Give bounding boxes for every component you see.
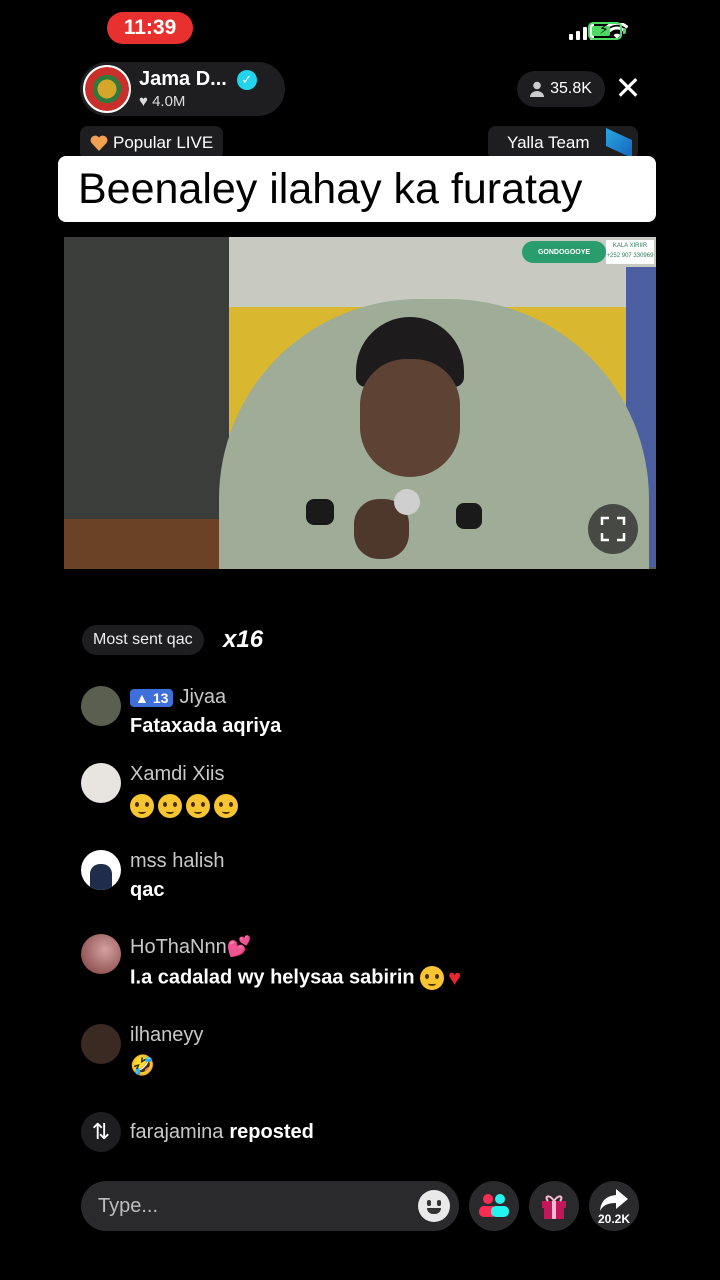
- popular-live-label: Popular LIVE: [113, 133, 214, 152]
- comment-input[interactable]: Type...: [81, 1181, 459, 1231]
- most-sent-gift-label: Most sent qac: [82, 625, 204, 655]
- avatar[interactable]: [81, 686, 121, 726]
- avatar[interactable]: [81, 934, 121, 974]
- pleading-face-emoji-icon: [214, 794, 238, 818]
- close-button[interactable]: ✕: [612, 72, 644, 104]
- share-count: 20.2K: [597, 1212, 631, 1226]
- share-arrow-icon: [600, 1189, 628, 1211]
- heart-fire-icon: [90, 135, 108, 151]
- list-item[interactable]: mss halish qac: [81, 850, 224, 902]
- team-label: Yalla Team: [507, 133, 590, 152]
- popular-live-tag[interactable]: Popular LIVE: [80, 126, 224, 160]
- comment-input-placeholder: Type...: [98, 1194, 159, 1217]
- channel-logo: GONDOGOOYE: [522, 241, 606, 263]
- microphone: [394, 489, 420, 515]
- live-video[interactable]: GONDOGOOYE KALA XIRIIR +252 907 330969: [64, 237, 656, 569]
- comment-username[interactable]: Jiyaa: [179, 686, 226, 709]
- title-banner: Beenaley ilahay ka furatay: [58, 156, 656, 222]
- comment-username[interactable]: HoThaNnn💕: [130, 934, 252, 959]
- pleading-face-emoji-icon: [186, 794, 210, 818]
- red-heart-icon: ♥: [448, 965, 462, 990]
- comment-text: [130, 794, 242, 818]
- comment-username[interactable]: ilhaneyy: [130, 1024, 203, 1047]
- guests-button[interactable]: [469, 1181, 519, 1231]
- pleading-face-emoji-icon: [130, 794, 154, 818]
- avatar[interactable]: [81, 763, 121, 803]
- gift-icon: [542, 1195, 566, 1219]
- pleading-face-emoji-icon: [158, 794, 182, 818]
- team-tag[interactable]: Yalla Team: [488, 126, 638, 160]
- comment-text: qac: [130, 879, 165, 901]
- host-name: Jama D...: [139, 68, 227, 90]
- pleading-face-emoji-icon: [420, 966, 445, 990]
- repost-icon: ⇅: [81, 1112, 121, 1152]
- avatar[interactable]: [81, 850, 121, 890]
- viewer-count: 35.8K: [550, 80, 592, 97]
- level-icon: ▲: [135, 689, 149, 706]
- battery-charging-icon: ⚡: [588, 21, 626, 40]
- comment-username[interactable]: mss halish: [130, 850, 224, 873]
- avatar[interactable]: [81, 1024, 121, 1064]
- comment-text: 🤣: [130, 1055, 155, 1077]
- team-flag-icon: [606, 128, 632, 158]
- list-item[interactable]: ilhaneyy 🤣: [81, 1024, 203, 1078]
- guests-icon: [479, 1194, 509, 1217]
- emblem-avatar-icon: [83, 65, 131, 113]
- host-profile-pill[interactable]: Jama D... ✓ ♥ 4.0M: [80, 62, 285, 116]
- comment-text: I.a cadalad wy helysaa sabirin ♥: [130, 965, 462, 990]
- list-item[interactable]: HoThaNnn💕 I.a cadalad wy helysaa sabirin…: [81, 934, 461, 991]
- channel-contact: KALA XIRIIR +252 907 330969: [606, 240, 654, 264]
- verified-badge-icon: ✓: [236, 69, 257, 90]
- list-item[interactable]: ▲ 13 Jiyaa Fataxada aqriya: [81, 686, 281, 738]
- comment-username[interactable]: Xamdi Xiis: [130, 763, 224, 786]
- comment-text: Fataxada aqriya: [130, 715, 282, 737]
- host-likes: 4.0M: [152, 93, 186, 110]
- fullscreen-icon: [600, 516, 626, 542]
- share-button[interactable]: 20.2K: [589, 1181, 639, 1231]
- fullscreen-button[interactable]: [588, 504, 638, 554]
- emoji-picker-icon[interactable]: [418, 1190, 450, 1222]
- repost-action: reposted: [229, 1120, 314, 1143]
- heart-icon: ♥: [139, 93, 148, 110]
- person-icon: [530, 81, 545, 97]
- viewer-count-button[interactable]: 35.8K: [517, 71, 605, 107]
- status-time: 11:39: [107, 12, 193, 44]
- repost-notice: ⇅ farajamina reposted: [81, 1112, 314, 1152]
- gift-multiplier: x16: [223, 626, 264, 653]
- level-badge: ▲ 13: [130, 688, 174, 707]
- repost-username[interactable]: farajamina: [130, 1121, 223, 1144]
- gift-button[interactable]: [529, 1181, 579, 1231]
- list-item[interactable]: Xamdi Xiis: [81, 763, 242, 818]
